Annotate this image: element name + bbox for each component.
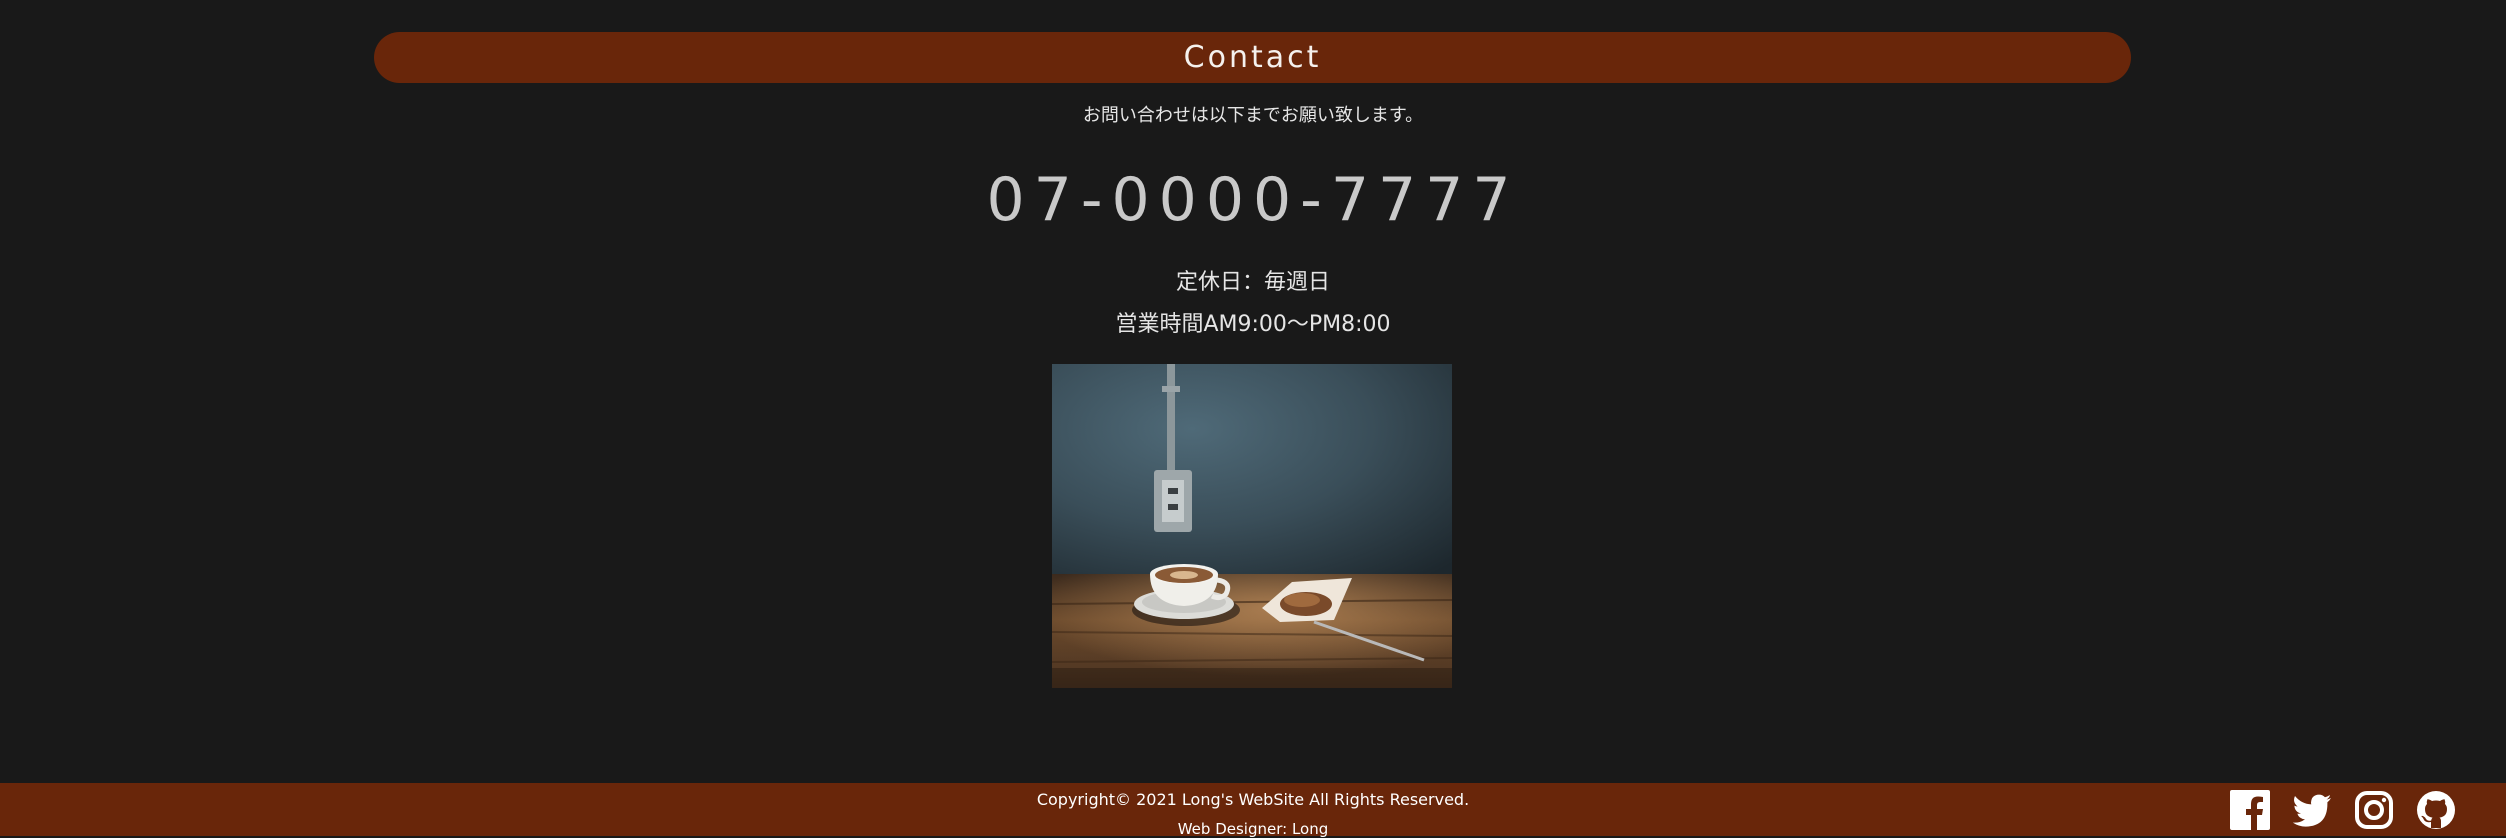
- facebook-icon[interactable]: [2230, 790, 2270, 830]
- closed-day-text: 定休日：毎週日: [1175, 270, 1330, 295]
- social-links: [2230, 790, 2456, 830]
- twitter-icon[interactable]: [2292, 790, 2332, 830]
- contact-title: Contact: [1183, 40, 1322, 75]
- designer-credit: Web Designer: Long: [1177, 820, 1329, 838]
- footer: Copyright© 2021 Long's WebSite All Right…: [0, 783, 2506, 838]
- cafe-photo: [1052, 364, 1452, 688]
- contact-intro-text: お問い合わせは以下までお願い致します。: [1082, 105, 1424, 126]
- phone-number: 07-0000-7777: [986, 165, 1520, 235]
- github-icon[interactable]: [2416, 790, 2456, 830]
- copyright-text: Copyright© 2021 Long's WebSite All Right…: [1036, 790, 1470, 809]
- business-hours-text: 営業時間AM9:00〜PM8:00: [1115, 312, 1391, 337]
- contact-header-bar: Contact: [374, 32, 2131, 83]
- instagram-icon[interactable]: [2354, 790, 2394, 830]
